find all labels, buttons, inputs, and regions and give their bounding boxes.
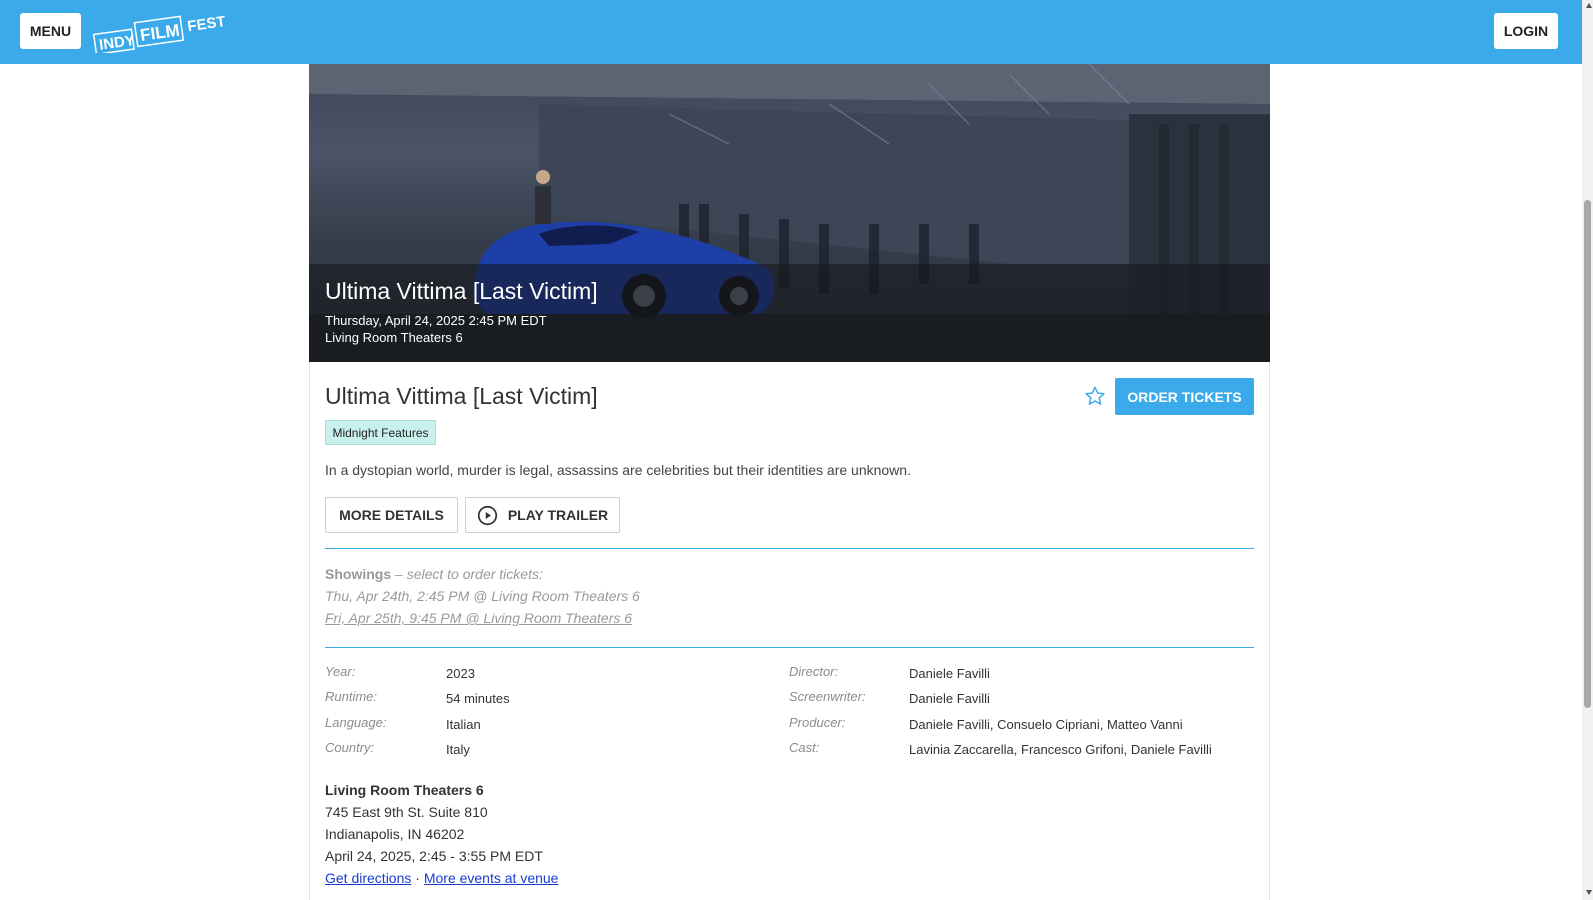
showings-title: Showings	[325, 566, 392, 582]
detail-value-country: Italy	[446, 742, 470, 757]
play-trailer-label: PLAY TRAILER	[507, 507, 609, 523]
link-separator: ·	[411, 870, 424, 886]
venue-city: Indianapolis, IN 46202	[325, 826, 465, 842]
section-divider	[325, 548, 1254, 549]
scroll-down-arrow-icon[interactable]	[1586, 890, 1592, 895]
film-title: Ultima Vittima [Last Victim]	[325, 383, 598, 409]
detail-value-director: Daniele Favilli	[909, 666, 990, 681]
detail-value-year: 2023	[446, 666, 475, 681]
detail-label-country: Country:	[325, 740, 375, 755]
hero-venue: Living Room Theaters 6	[325, 330, 463, 345]
play-circle-icon	[477, 505, 497, 525]
showings-subtitle: – select to order tickets:	[391, 566, 543, 582]
login-button[interactable]: LOGIN	[1494, 13, 1558, 49]
venue-time: April 24, 2025, 2:45 - 3:55 PM EDT	[325, 848, 543, 864]
indy-film-fest-logo[interactable]: INDY FILM FEST	[92, 11, 232, 53]
detail-value-cast: Lavinia Zaccarella, Francesco Grifoni, D…	[909, 742, 1212, 757]
venue-links: Get directions · More events at venue	[325, 870, 558, 886]
showings-heading: Showings – select to order tickets:	[325, 566, 543, 582]
more-events-link[interactable]: More events at venue	[424, 870, 559, 886]
detail-label-language: Language:	[325, 715, 387, 730]
hero-datetime: Thursday, April 24, 2025 2:45 PM EDT	[325, 313, 547, 328]
order-tickets-button[interactable]: ORDER TICKETS	[1115, 378, 1254, 415]
showing-item-link[interactable]: Fri, Apr 25th, 9:45 PM @ Living Room The…	[325, 610, 632, 626]
venue-address: 745 East 9th St. Suite 810	[325, 804, 488, 820]
top-navigation-bar: MENU INDY FILM FEST LOGIN	[0, 0, 1582, 64]
detail-label-screenwriter: Screenwriter:	[789, 689, 866, 704]
scroll-up-arrow-icon[interactable]	[1586, 3, 1592, 8]
detail-value-screenwriter: Daniele Favilli	[909, 691, 990, 706]
showing-item-current: Thu, Apr 24th, 2:45 PM @ Living Room The…	[325, 588, 640, 604]
detail-value-language: Italian	[446, 717, 481, 732]
more-details-button[interactable]: MORE DETAILS	[325, 497, 458, 533]
film-description: In a dystopian world, murder is legal, a…	[325, 462, 911, 478]
scrollbar-thumb[interactable]	[1584, 200, 1591, 708]
detail-value-runtime: 54 minutes	[446, 691, 510, 706]
detail-label-year: Year:	[325, 664, 356, 679]
get-directions-link[interactable]: Get directions	[325, 870, 411, 886]
detail-label-runtime: Runtime:	[325, 689, 378, 704]
detail-label-producer: Producer:	[789, 715, 846, 730]
detail-label-cast: Cast:	[789, 740, 820, 755]
hero-title: Ultima Vittima [Last Victim]	[325, 278, 598, 304]
detail-value-producer: Daniele Favilli, Consuelo Cipriani, Matt…	[909, 717, 1183, 732]
detail-label-director: Director:	[789, 664, 839, 679]
play-trailer-button[interactable]: PLAY TRAILER	[465, 497, 620, 533]
section-divider	[325, 647, 1254, 648]
hero-image: Ultima Vittima [Last Victim] Thursday, A…	[309, 64, 1270, 362]
star-icon[interactable]	[1084, 385, 1106, 407]
venue-name: Living Room Theaters 6	[325, 782, 484, 798]
menu-button[interactable]: MENU	[20, 13, 81, 49]
logo-fest: FEST	[186, 13, 226, 35]
category-badge[interactable]: Midnight Features	[325, 420, 436, 445]
